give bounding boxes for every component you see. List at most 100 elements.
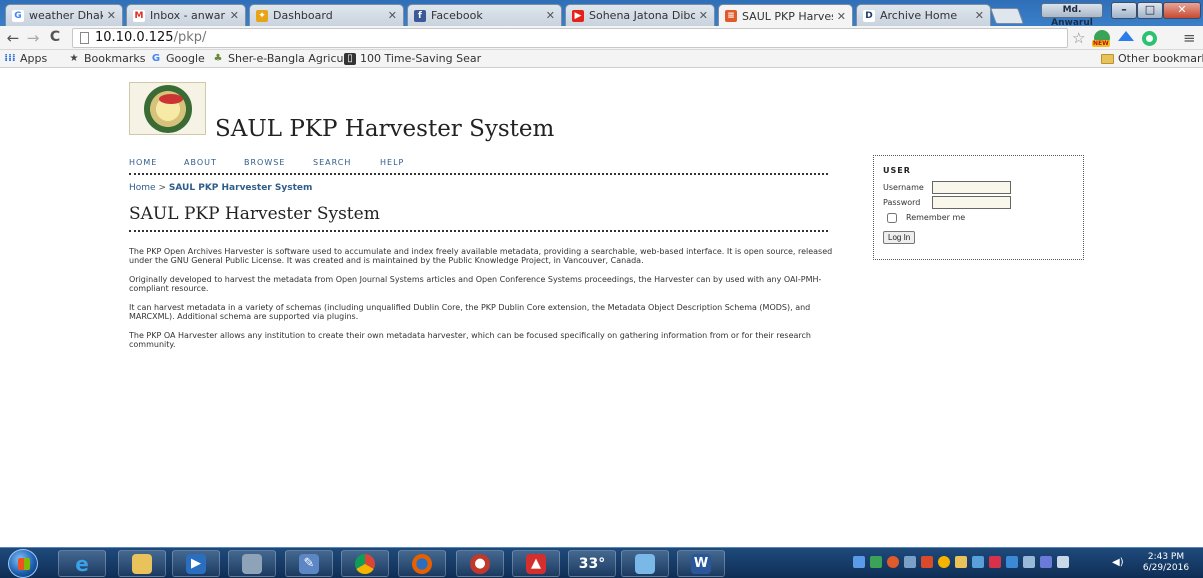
- bookmark-bookmarks[interactable]: ★ Bookmarks: [68, 52, 146, 65]
- taskbar-weather[interactable]: 33°: [568, 550, 616, 577]
- new-badge: NEW: [1092, 40, 1110, 47]
- calculator-icon: [242, 553, 262, 574]
- bookmark-label: Bookmarks: [84, 52, 146, 65]
- breadcrumb-home[interactable]: Home: [129, 183, 156, 193]
- tab-title: Inbox - anwarpulak: [150, 9, 226, 22]
- extension-ring-icon[interactable]: [1142, 31, 1157, 46]
- breadcrumb-current[interactable]: SAUL PKP Harvester System: [169, 183, 313, 193]
- profile-badge[interactable]: Md. Anwarul: [1041, 3, 1103, 28]
- tray-icon[interactable]: [938, 556, 950, 568]
- extension-diamond-icon[interactable]: [1118, 31, 1134, 41]
- tab-saul-pkp[interactable]: ≡ SAUL PKP Harveste ✕: [718, 4, 853, 27]
- clock-time: 2:43 PM: [1147, 552, 1185, 562]
- google-icon: G: [12, 9, 24, 22]
- nav-search[interactable]: SEARCH: [313, 158, 351, 167]
- institution-paragraph: The PKP OA Harvester allows any institut…: [129, 331, 811, 349]
- tab-archive[interactable]: D Archive Home ✕: [856, 4, 991, 26]
- password-label: Password: [883, 198, 921, 207]
- tray-icon[interactable]: [989, 556, 1001, 568]
- bookmark-100-tips[interactable]: ▯ 100 Time-Saving Sear: [344, 52, 481, 65]
- bookmark-label: Google: [166, 52, 205, 65]
- taskbar-calculator[interactable]: [228, 550, 276, 577]
- page-title: SAUL PKP Harvester System: [129, 204, 380, 224]
- bookmark-label: Apps: [20, 52, 48, 65]
- remember-me-checkbox[interactable]: [887, 212, 897, 223]
- media-player-icon: ▶: [186, 553, 206, 574]
- taskbar-notes[interactable]: ✎: [285, 550, 333, 577]
- tab-weather[interactable]: G weather Dhaka - G ✕: [5, 4, 123, 26]
- tray-icon[interactable]: [887, 556, 899, 568]
- tray-icon[interactable]: [904, 556, 916, 568]
- url-path: /pkp/: [173, 30, 207, 45]
- facebook-icon: f: [414, 9, 426, 22]
- bookmark-page-icon: ▯: [344, 52, 356, 65]
- login-button[interactable]: Log In: [883, 231, 916, 244]
- close-tab-icon[interactable]: ✕: [107, 9, 116, 22]
- tray-icon[interactable]: [1040, 556, 1052, 568]
- nav-help[interactable]: HELP: [380, 158, 404, 167]
- tray-icon[interactable]: [1006, 556, 1018, 568]
- address-bar[interactable]: 10.10.0.125/pkp/: [72, 28, 1068, 48]
- network-icon[interactable]: [1057, 556, 1069, 568]
- maximize-button[interactable]: □: [1137, 2, 1163, 19]
- tray-icon[interactable]: [870, 556, 882, 568]
- forward-arrow-icon[interactable]: →: [24, 29, 42, 47]
- tray-icon[interactable]: [1023, 556, 1035, 568]
- taskbar-chrome[interactable]: [341, 550, 389, 577]
- clock-date: 6/29/2016: [1142, 563, 1190, 573]
- word-icon: W: [691, 553, 711, 574]
- taskbar-screen[interactable]: [621, 550, 669, 577]
- username-label: Username: [883, 183, 924, 192]
- web-page: SAUL PKP Harvester System HOME ABOUT BRO…: [0, 69, 1203, 547]
- nav-browse[interactable]: BROWSE: [244, 158, 285, 167]
- tray-icon[interactable]: [972, 556, 984, 568]
- minimize-button[interactable]: –: [1111, 2, 1137, 19]
- menu-icon[interactable]: ≡: [1183, 29, 1196, 47]
- close-tab-icon[interactable]: ✕: [699, 9, 708, 22]
- start-button[interactable]: [8, 549, 38, 578]
- system-clock[interactable]: 2:43 PM 6/29/2016: [1134, 552, 1198, 574]
- password-field[interactable]: [932, 196, 1011, 209]
- bookmark-star-icon[interactable]: ☆: [1072, 29, 1085, 47]
- close-tab-icon[interactable]: ✕: [837, 10, 846, 23]
- divider: [129, 173, 828, 175]
- volume-icon[interactable]: ◀): [1112, 557, 1124, 568]
- tab-title: Facebook: [431, 9, 483, 22]
- bookmark-sau[interactable]: ♣ Sher-e-Bangla Agricul: [212, 52, 347, 65]
- browser-tab-strip: G weather Dhaka - G ✕ M Inbox - anwarpul…: [0, 0, 1203, 28]
- bookmark-label: 100 Time-Saving Sear: [360, 52, 482, 65]
- taskbar-media-player[interactable]: ▶: [172, 550, 220, 577]
- tray-icon[interactable]: [955, 556, 967, 568]
- tab-facebook[interactable]: f Facebook ✕: [407, 4, 562, 26]
- taskbar-file-explorer[interactable]: [118, 550, 166, 577]
- new-tab-button[interactable]: [990, 8, 1024, 24]
- taskbar-firefox[interactable]: [398, 550, 446, 577]
- sau-icon: ♣: [213, 52, 223, 64]
- apps-grid-icon: ⁞⁞⁞: [4, 52, 16, 64]
- close-tab-icon[interactable]: ✕: [975, 9, 984, 22]
- close-tab-icon[interactable]: ✕: [230, 9, 239, 22]
- close-tab-icon[interactable]: ✕: [388, 9, 397, 22]
- tab-gmail[interactable]: M Inbox - anwarpulak ✕: [126, 4, 246, 26]
- tray-icon[interactable]: [853, 556, 865, 568]
- taskbar-word[interactable]: W: [677, 550, 725, 577]
- close-tab-icon[interactable]: ✕: [546, 9, 555, 22]
- bookmark-google[interactable]: G Google: [150, 52, 205, 65]
- nav-about[interactable]: ABOUT: [184, 158, 217, 167]
- user-login-box: USER Username Password Remember me Log I…: [873, 155, 1084, 260]
- taskbar-app[interactable]: ●: [456, 550, 504, 577]
- tray-icon[interactable]: [921, 556, 933, 568]
- username-field[interactable]: [932, 181, 1011, 194]
- taskbar-pdf[interactable]: ▲: [512, 550, 560, 577]
- tab-dashboard[interactable]: ✦ Dashboard ✕: [249, 4, 404, 26]
- close-window-button[interactable]: ✕: [1163, 2, 1201, 19]
- reload-icon[interactable]: C: [46, 29, 64, 45]
- gmail-icon: M: [133, 9, 145, 22]
- notes-icon: ✎: [299, 553, 319, 574]
- other-bookmarks[interactable]: Other bookmarks: [1101, 52, 1203, 65]
- bookmark-apps[interactable]: ⁞⁞⁞ Apps: [4, 52, 47, 65]
- nav-home[interactable]: HOME: [129, 158, 157, 167]
- taskbar-internet-explorer[interactable]: e: [58, 550, 106, 577]
- tab-youtube[interactable]: ▶ Sohena Jatona Dibo ✕: [565, 4, 715, 26]
- back-arrow-icon[interactable]: ←: [4, 29, 22, 47]
